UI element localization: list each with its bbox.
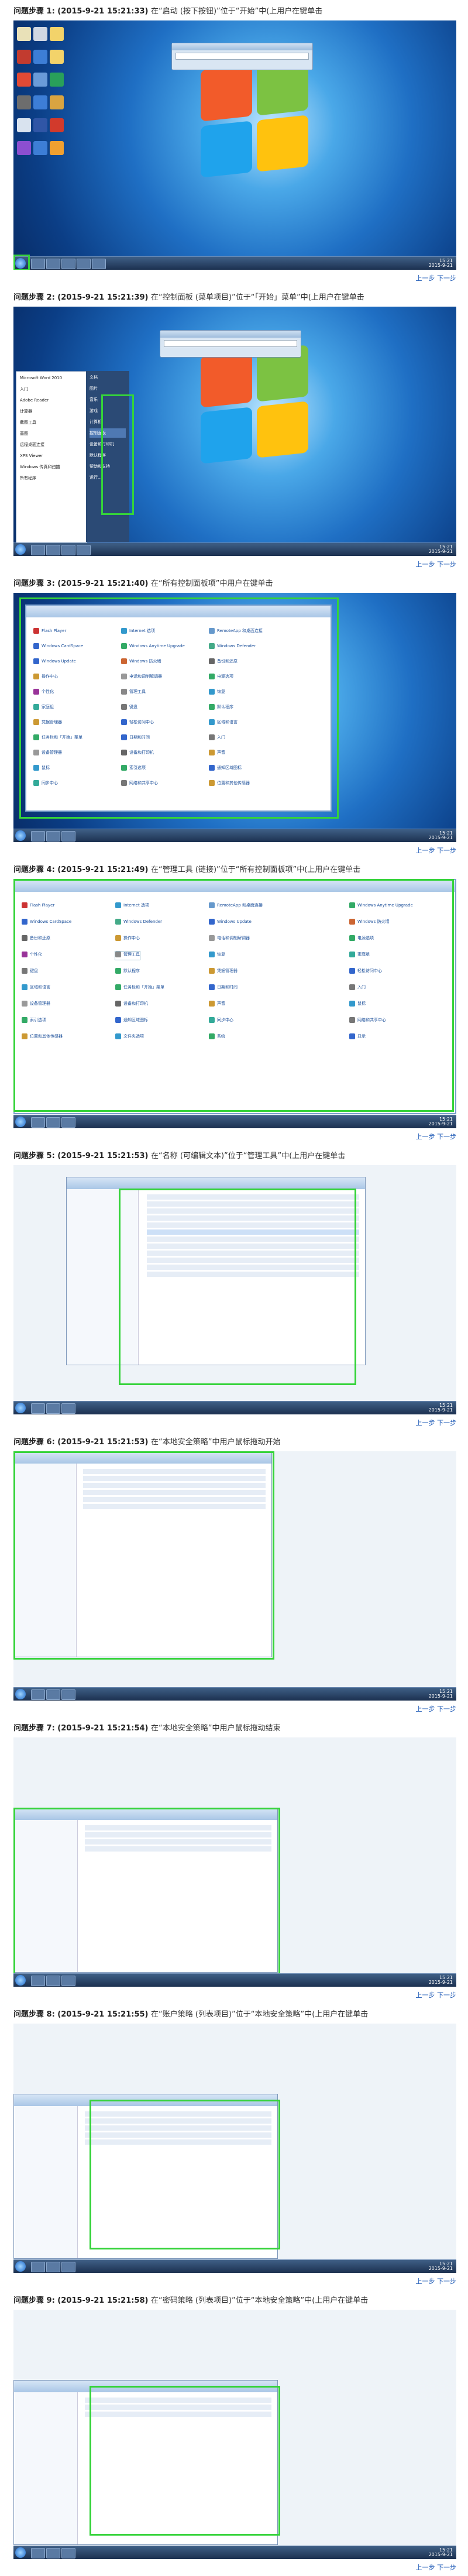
nav-link[interactable]: 上一步 下一步 xyxy=(416,559,457,569)
step-9: 问题步骤 9: (2015-9-21 15:21:58) 在“密码策略 (列表项… xyxy=(0,2289,468,2575)
nav-link[interactable]: 上一步 下一步 xyxy=(416,1418,457,1427)
screenshot: 15:21 2015-9-21 xyxy=(13,1451,456,1701)
screenshot: 15:21 2015-9-21 xyxy=(13,20,456,270)
start-menu-item[interactable]: 画图 xyxy=(20,429,83,438)
policy-tree xyxy=(14,2392,78,2544)
taskbar: 15:21 2015-9-21 xyxy=(13,2259,456,2273)
taskbar: 15:21 2015-9-21 xyxy=(13,2546,456,2559)
focus-highlight xyxy=(13,1808,280,1975)
nav-link[interactable]: 上一步 下一步 xyxy=(416,846,457,855)
clock: 15:21 2015-9-21 xyxy=(428,830,453,840)
start-menu-item[interactable]: 远程桌面连接 xyxy=(20,440,83,449)
policy-tree xyxy=(14,2106,78,2258)
focus-highlight xyxy=(19,597,339,819)
step-8: 问题步骤 8: (2015-9-21 15:21:55) 在“账户策略 (列表项… xyxy=(0,2003,468,2289)
start-button[interactable] xyxy=(15,2547,26,2558)
step-title: 问题步骤 8: (2015-9-21 15:21:55) 在“账户策略 (列表项… xyxy=(13,2010,369,2019)
screenshot: 15:21 2015-9-21 xyxy=(13,2024,456,2273)
screenshot: 15:21 2015-9-21 xyxy=(13,1165,456,1414)
nav-link[interactable]: 上一步 下一步 xyxy=(416,2276,457,2286)
screenshot: 15:21 2015-9-21 xyxy=(13,2310,456,2559)
start-menu-item[interactable]: Windows 传真和扫描 xyxy=(20,462,83,472)
taskbar: 15:21 2015-9-21 xyxy=(13,542,456,556)
start-menu-item[interactable]: XPS Viewer xyxy=(20,451,83,461)
all-programs-item[interactable]: 所有程序 xyxy=(20,473,83,483)
screenshot: Flash Player Internet 选项 RemoteApp 和桌面连接… xyxy=(13,593,456,842)
start-menu-item[interactable]: 截图工具 xyxy=(20,418,83,427)
start-button[interactable] xyxy=(15,830,26,841)
screenshot: Microsoft Word 2010 入门 Adobe Reader 计算器 … xyxy=(13,307,456,556)
taskbar: 15:21 2015-9-21 xyxy=(13,1687,456,1701)
nav-link[interactable]: 上一步 下一步 xyxy=(416,273,457,283)
nav-link[interactable]: 上一步 下一步 xyxy=(416,1990,457,2000)
step-title: 问题步骤 7: (2015-9-21 15:21:54) 在“本地安全策略”中用… xyxy=(13,1724,281,1733)
step-7: 问题步骤 7: (2015-9-21 15:21:54) 在“本地安全策略”中用… xyxy=(0,1717,468,2003)
start-right-item[interactable]: 文档 xyxy=(90,373,126,382)
recorder-window xyxy=(160,330,301,358)
recorder-window xyxy=(171,43,313,70)
start-menu-item[interactable]: 计算器 xyxy=(20,407,83,416)
step-4: 问题步骤 4: (2015-9-21 15:21:49) 在“管理工具 (链接)… xyxy=(0,858,468,1145)
windows-logo xyxy=(195,59,318,184)
start-right-item[interactable]: 图片 xyxy=(90,384,126,393)
step-title: 问题步骤 5: (2015-9-21 15:21:53) 在“名称 (可编辑文本… xyxy=(13,1152,346,1160)
step-3: 问题步骤 3: (2015-9-21 15:21:40) 在“所有控制面板项”中… xyxy=(0,572,468,858)
start-button[interactable] xyxy=(15,1117,26,1127)
clock: 15:21 2015-9-21 xyxy=(428,2261,453,2271)
focus-highlight xyxy=(119,1189,356,1385)
start-menu: Microsoft Word 2010 入门 Adobe Reader 计算器 … xyxy=(16,371,87,543)
nav-link[interactable]: 上一步 下一步 xyxy=(416,1132,457,1141)
step-title: 问题步骤 1: (2015-9-21 15:21:33) 在“启动 (按下按钮)… xyxy=(13,7,323,16)
taskbar: 15:21 2015-9-21 xyxy=(13,1973,456,1987)
click-highlight xyxy=(13,255,30,270)
step-6: 问题步骤 6: (2015-9-21 15:21:53) 在“本地安全策略”中用… xyxy=(0,1431,468,1717)
desktop-icons xyxy=(17,25,81,162)
focus-highlight xyxy=(13,1451,274,1660)
focus-highlight xyxy=(13,879,454,1112)
start-button[interactable] xyxy=(15,2261,26,2272)
start-menu-item[interactable]: Adobe Reader xyxy=(20,396,83,405)
step-5: 问题步骤 5: (2015-9-21 15:21:53) 在“名称 (可编辑文本… xyxy=(0,1145,468,1431)
start-button[interactable] xyxy=(15,1403,26,1413)
nav-link[interactable]: 上一步 下一步 xyxy=(416,1704,457,1713)
step-title: 问题步骤 6: (2015-9-21 15:21:53) 在“本地安全策略”中用… xyxy=(13,1438,281,1447)
click-highlight xyxy=(101,394,134,515)
screenshot: 15:21 2015-9-21 xyxy=(13,1737,456,1987)
focus-highlight xyxy=(90,2386,280,2536)
clock: 15:21 2015-9-21 xyxy=(428,2547,453,2557)
taskbar: 15:21 2015-9-21 xyxy=(13,829,456,842)
clock: 15:21 2015-9-21 xyxy=(428,1403,453,1413)
start-button[interactable] xyxy=(15,1975,26,1986)
clock: 15:21 2015-9-21 xyxy=(428,1117,453,1126)
step-1: 问题步骤 1: (2015-9-21 15:21:33) 在“启动 (按下按钮)… xyxy=(0,0,468,286)
step-title: 问题步骤 4: (2015-9-21 15:21:49) 在“管理工具 (链接)… xyxy=(13,865,361,874)
clock: 15:21 2015-9-21 xyxy=(428,1975,453,1985)
clock: 15:21 2015-9-21 xyxy=(428,1689,453,1699)
step-title: 问题步骤 2: (2015-9-21 15:21:39) 在“控制面板 (菜单项… xyxy=(13,293,364,302)
start-button[interactable] xyxy=(15,544,26,555)
screenshot: Flash Player Internet 选项 RemoteApp 和桌面连接… xyxy=(13,879,456,1128)
focus-highlight xyxy=(90,2100,280,2249)
start-button[interactable] xyxy=(15,1689,26,1699)
clock: 15:21 2015-9-21 xyxy=(428,544,453,554)
step-title: 问题步骤 3: (2015-9-21 15:21:40) 在“所有控制面板项”中… xyxy=(13,579,273,588)
start-menu-item[interactable]: 入门 xyxy=(20,384,83,394)
clock: 15:21 2015-9-21 xyxy=(428,258,453,268)
step-title: 问题步骤 9: (2015-9-21 15:21:58) 在“密码策略 (列表项… xyxy=(13,2296,369,2305)
taskbar: 15:21 2015-9-21 xyxy=(13,1115,456,1128)
step-2: 问题步骤 2: (2015-9-21 15:21:39) 在“控制面板 (菜单项… xyxy=(0,286,468,572)
taskbar: 15:21 2015-9-21 xyxy=(13,256,456,270)
start-menu-item[interactable]: Microsoft Word 2010 xyxy=(20,373,83,383)
windows-logo xyxy=(195,345,318,470)
taskbar: 15:21 2015-9-21 xyxy=(13,1401,456,1414)
nav-link[interactable]: 上一步 下一步 xyxy=(416,2563,457,2572)
